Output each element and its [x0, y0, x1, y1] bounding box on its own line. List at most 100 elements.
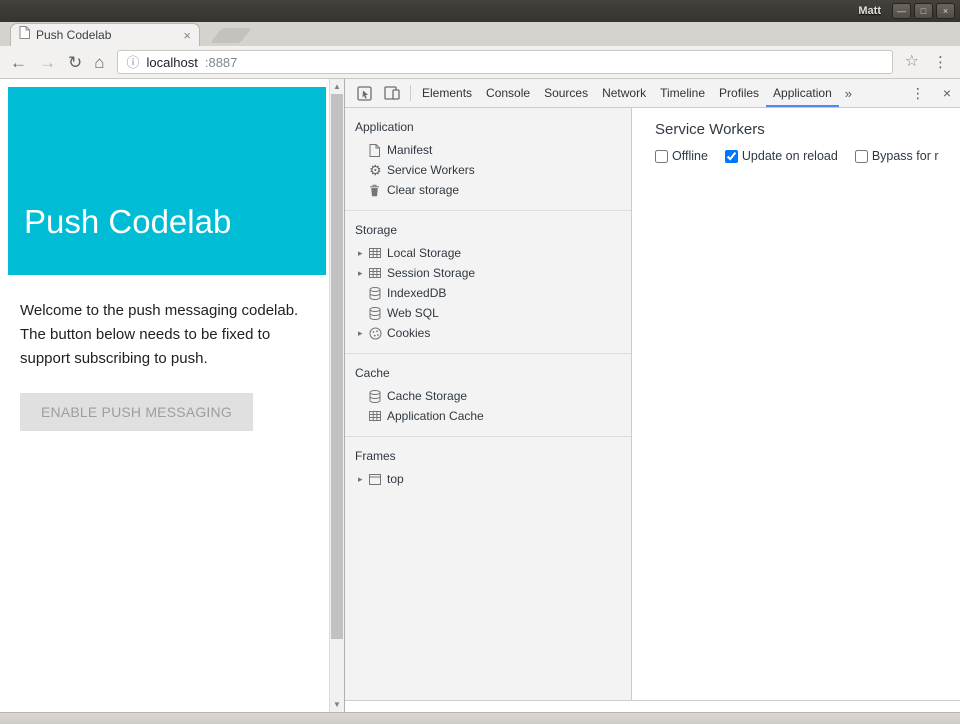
section-title: Frames	[345, 441, 631, 469]
offline-checkbox-input[interactable]	[655, 150, 668, 163]
tree-item-label: Cache Storage	[387, 389, 467, 403]
url-port: :8887	[205, 55, 238, 70]
url-host: localhost	[147, 55, 198, 70]
back-icon[interactable]: ←	[10, 54, 27, 71]
checkbox-label: Update on reload	[742, 149, 838, 163]
browser-toolbar: ← → ↻ ⌂ ⓘ localhost :8887 ☆ ⋮	[0, 46, 960, 79]
page-favicon-icon	[19, 26, 30, 44]
scroll-up-icon[interactable]: ▲	[330, 79, 344, 94]
sidebar-item-service-workers[interactable]: ⚙ Service Workers	[345, 160, 631, 180]
device-toolbar-icon[interactable]	[378, 79, 406, 107]
tree-item-label: top	[387, 472, 404, 486]
database-icon	[369, 287, 387, 300]
scrollbar-thumb[interactable]	[331, 94, 343, 639]
address-bar[interactable]: ⓘ localhost :8887	[117, 50, 893, 74]
tree-item-label: Web SQL	[387, 306, 439, 320]
devtools-tab-network[interactable]: Network	[595, 79, 653, 107]
storage-grid-icon	[369, 267, 387, 279]
expand-arrow-icon[interactable]: ▸	[358, 248, 369, 259]
devtools-menu-icon[interactable]: ⋮	[902, 79, 934, 107]
bookmark-star-icon[interactable]: ☆	[905, 54, 919, 70]
bypass-checkbox-input[interactable]	[855, 150, 868, 163]
tab-title: Push Codelab	[36, 28, 177, 42]
storage-grid-icon	[369, 247, 387, 259]
sidebar-item-clear-storage[interactable]: Clear storage	[345, 180, 631, 200]
page-title: Push Codelab	[24, 203, 231, 241]
browser-window: Matt — □ × Push Codelab × ← → ↻ ⌂ ⓘ loca…	[0, 0, 960, 724]
storage-grid-icon	[369, 410, 387, 422]
checkbox-label: Offline	[672, 149, 708, 163]
checkbox-label: Bypass for r	[872, 149, 939, 163]
expand-arrow-icon[interactable]: ▸	[358, 328, 369, 339]
page-paragraph: Welcome to the push messaging codelab. T…	[20, 299, 320, 371]
devtools-tab-application[interactable]: Application	[766, 79, 839, 107]
more-tabs-chevron-icon[interactable]: »	[839, 79, 858, 107]
scroll-down-icon[interactable]: ▼	[330, 697, 344, 712]
sidebar-item-indexeddb[interactable]: IndexedDB	[345, 283, 631, 303]
manifest-icon	[369, 144, 387, 157]
tree-item-label: Manifest	[387, 143, 432, 157]
browser-menu-icon[interactable]: ⋮	[931, 55, 950, 70]
service-worker-options: Offline Update on reload Bypass for r	[632, 138, 960, 163]
home-icon[interactable]: ⌂	[94, 54, 104, 71]
page-info-icon[interactable]: ⓘ	[127, 56, 140, 69]
toolbar-divider	[410, 85, 411, 101]
forward-icon[interactable]: →	[39, 54, 56, 71]
devtools-tab-sources[interactable]: Sources	[537, 79, 595, 107]
database-icon	[369, 390, 387, 403]
sidebar-item-local-storage[interactable]: ▸ Local Storage	[345, 243, 631, 263]
enable-push-button[interactable]: ENABLE PUSH MESSAGING	[20, 393, 253, 431]
gear-icon: ⚙	[369, 163, 387, 177]
devtools-body: Application Manifest ⚙ Service Workers	[345, 108, 960, 700]
tree-item-label: Session Storage	[387, 266, 475, 280]
toolbar-spacer	[858, 79, 902, 107]
window-close-button[interactable]: ×	[936, 3, 955, 19]
devtools-tab-profiles[interactable]: Profiles	[712, 79, 766, 107]
expand-arrow-icon[interactable]: ▸	[358, 268, 369, 279]
window-titlebar[interactable]: Matt — □ ×	[0, 0, 960, 22]
sidebar-item-cache-storage[interactable]: Cache Storage	[345, 386, 631, 406]
tab-close-icon[interactable]: ×	[183, 29, 191, 42]
trash-icon	[369, 184, 387, 197]
sidebar-item-session-storage[interactable]: ▸ Session Storage	[345, 263, 631, 283]
inspect-element-icon[interactable]	[351, 79, 378, 107]
tree-item-label: Service Workers	[387, 163, 475, 177]
tree-item-label: IndexedDB	[387, 286, 446, 300]
devtools-tab-timeline[interactable]: Timeline	[653, 79, 712, 107]
sidebar-item-top-frame[interactable]: ▸ top	[345, 469, 631, 489]
content-area: Push Codelab Welcome to the push messagi…	[0, 79, 960, 712]
sidebar-item-web-sql[interactable]: Web SQL	[345, 303, 631, 323]
window-minimize-button[interactable]: —	[892, 3, 911, 19]
reload-icon[interactable]: ↻	[68, 54, 82, 71]
devtools-tab-elements[interactable]: Elements	[415, 79, 479, 107]
devtools-sidebar: Application Manifest ⚙ Service Workers	[345, 108, 632, 700]
sidebar-section-frames: Frames ▸ top	[345, 437, 631, 499]
sidebar-item-manifest[interactable]: Manifest	[345, 140, 631, 160]
browser-tab[interactable]: Push Codelab ×	[10, 23, 200, 46]
window-maximize-button[interactable]: □	[914, 3, 933, 19]
devtools-toolbar: Elements Console Sources Network Timelin…	[345, 79, 960, 108]
page-hero-banner: Push Codelab	[8, 87, 326, 275]
pane-title: Service Workers	[632, 108, 960, 138]
sidebar-section-cache: Cache Cache Storage	[345, 354, 631, 437]
tree-item-label: Local Storage	[387, 246, 461, 260]
devtools-footer	[345, 700, 960, 712]
devtools-panel: Elements Console Sources Network Timelin…	[344, 79, 960, 712]
expand-arrow-icon[interactable]: ▸	[358, 474, 369, 485]
page-body: Push Codelab Welcome to the push messagi…	[0, 79, 329, 712]
sidebar-item-application-cache[interactable]: Application Cache	[345, 406, 631, 426]
bypass-for-network-checkbox[interactable]: Bypass for r	[855, 149, 939, 163]
update-on-reload-checkbox[interactable]: Update on reload	[725, 149, 838, 163]
window-title: Matt	[858, 5, 881, 17]
service-workers-pane: Service Workers Offline Update on reload	[632, 108, 960, 700]
update-on-reload-checkbox-input[interactable]	[725, 150, 738, 163]
offline-checkbox[interactable]: Offline	[655, 149, 708, 163]
section-title: Application	[345, 112, 631, 140]
tree-item-label: Application Cache	[387, 409, 484, 423]
sidebar-item-cookies[interactable]: ▸ Cookies	[345, 323, 631, 343]
devtools-tab-console[interactable]: Console	[479, 79, 537, 107]
page-scrollbar[interactable]: ▲ ▼	[329, 79, 344, 712]
new-tab-button[interactable]	[210, 28, 252, 43]
devtools-close-icon[interactable]: ×	[934, 79, 960, 107]
tab-strip: Push Codelab ×	[0, 22, 960, 46]
